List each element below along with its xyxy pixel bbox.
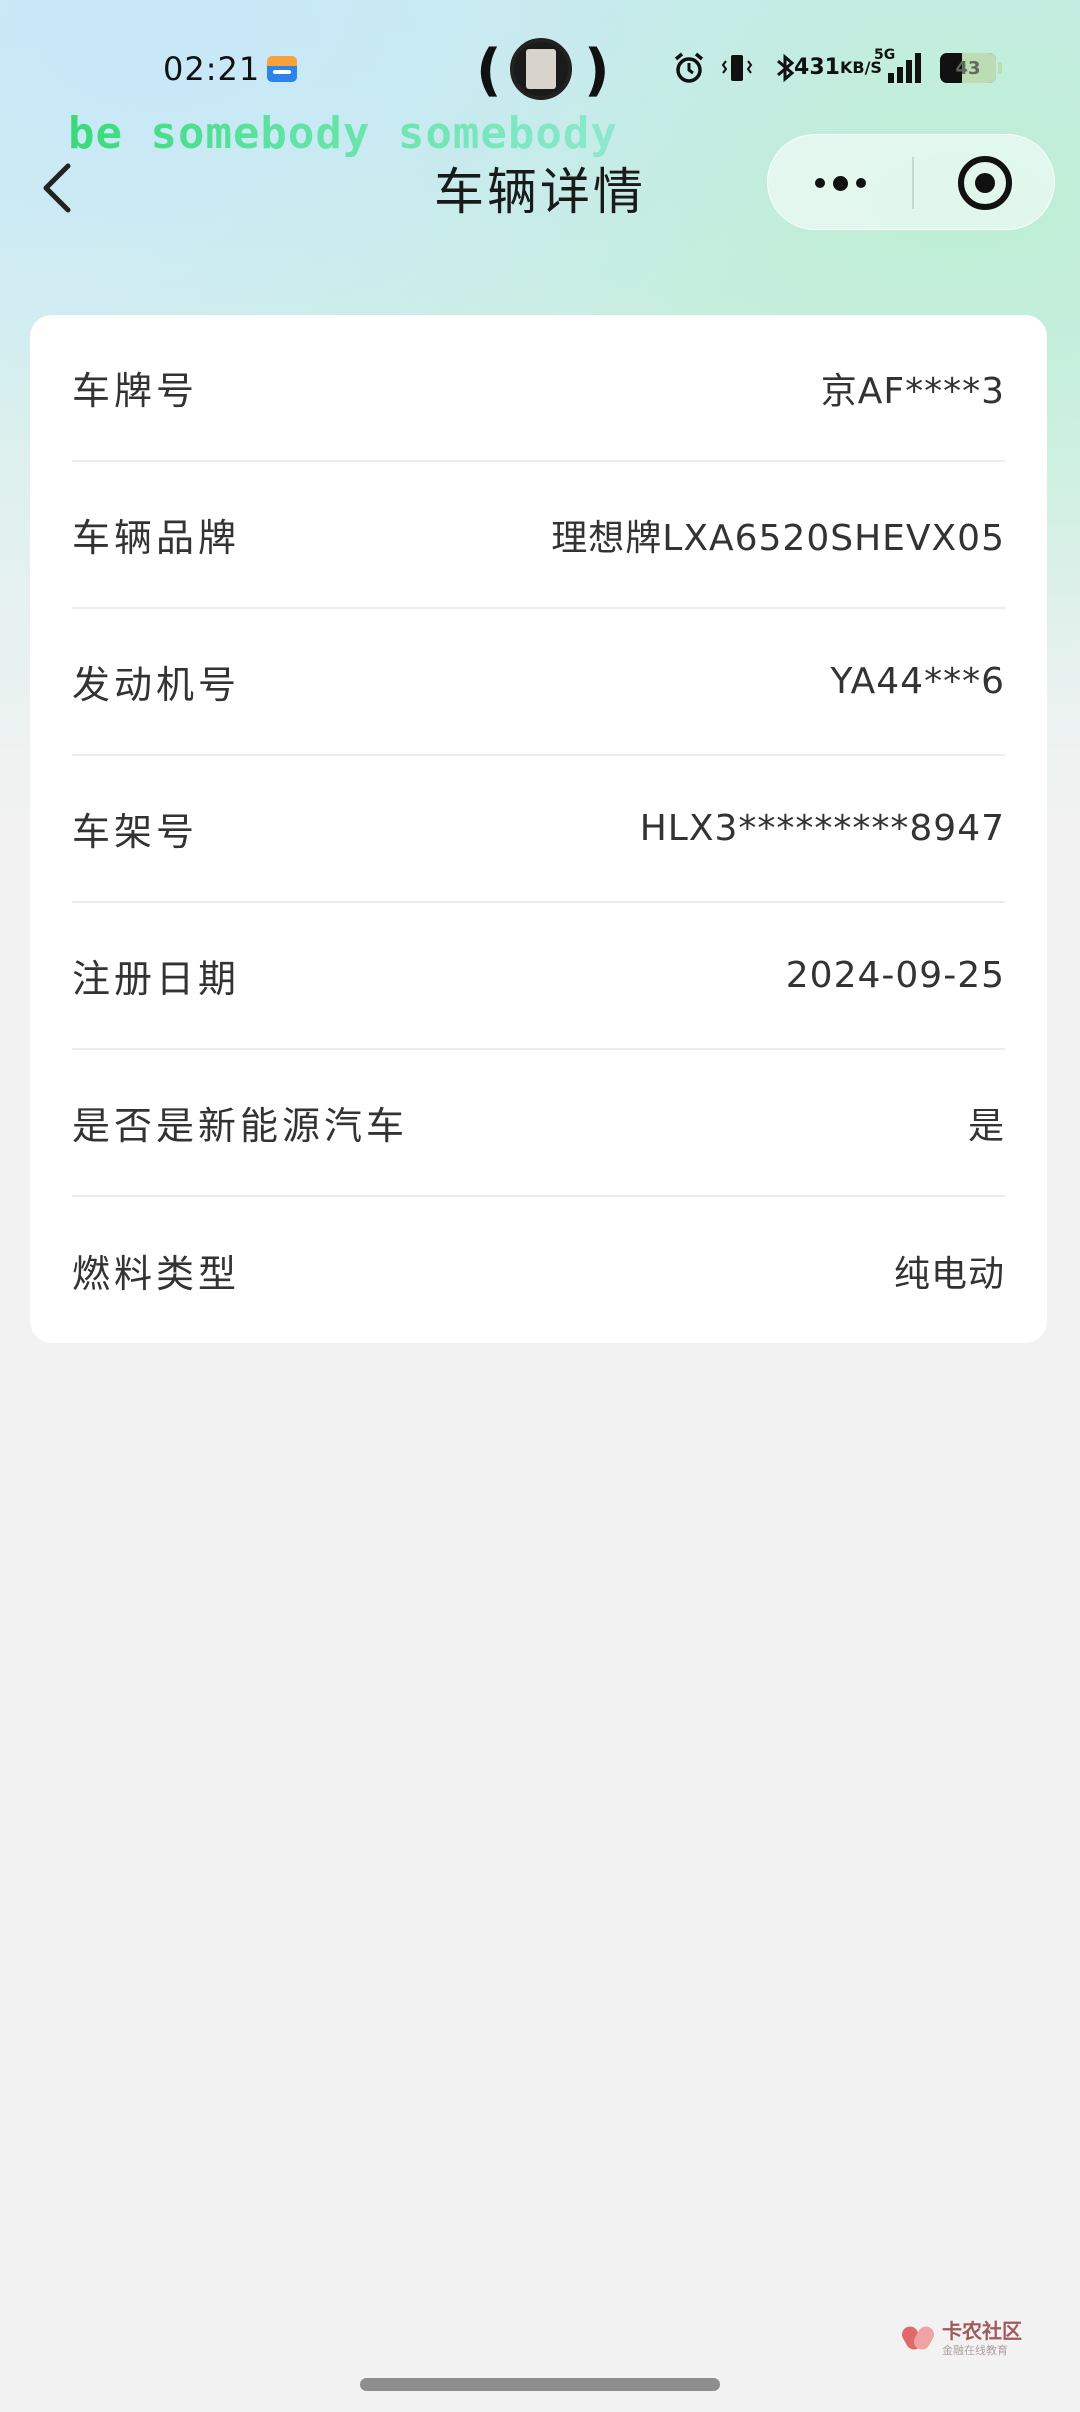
row-label: 车架号 (72, 810, 199, 854)
network-type-label: 5G (874, 47, 896, 63)
detail-row-new-energy: 是否是新能源汽车 是 (72, 1050, 1005, 1197)
row-value: 京AF****3 (820, 370, 1005, 412)
home-indicator[interactable] (360, 2378, 720, 2391)
status-icons: 431 KB/S 5G 43 (672, 47, 1002, 88)
detail-row-plate-number: 车牌号 京AF****3 (72, 315, 1005, 462)
battery-level: 43 (955, 57, 981, 79)
signal-5g-icon: 5G (874, 47, 926, 85)
row-value: 2024-09-25 (785, 955, 1005, 996)
detail-row-brand: 车辆品牌 理想牌LXA6520SHEVX05 (72, 462, 1005, 609)
watermark-main: 卡农社区 (942, 2318, 1022, 2343)
row-label: 车牌号 (72, 369, 199, 413)
more-dot-icon (855, 178, 866, 188)
now-playing-album-icon[interactable] (510, 38, 572, 100)
battery-icon: 43 (940, 53, 1002, 83)
watermark-logo-icon (900, 2320, 936, 2356)
row-label: 车辆品牌 (72, 516, 241, 560)
network-speed-value: 431 (794, 55, 840, 80)
close-mini-program-button[interactable] (914, 135, 1056, 231)
row-value: 理想牌LXA6520SHEVX05 (551, 517, 1005, 559)
more-button[interactable] (768, 135, 912, 231)
alarm-icon (672, 51, 706, 85)
detail-row-engine-number: 发动机号 YA44***6 (72, 609, 1005, 756)
detail-row-registration-date: 注册日期 2024-09-25 (72, 903, 1005, 1050)
vehicle-details-card: 车牌号 京AF****3 车辆品牌 理想牌LXA6520SHEVX05 发动机号… (30, 315, 1047, 1343)
row-label: 是否是新能源汽车 (72, 1104, 409, 1148)
status-time: 02:21 (163, 50, 261, 88)
detail-row-fuel-type: 燃料类型 纯电动 (72, 1197, 1005, 1344)
network-speed: 431 KB/S (794, 51, 882, 85)
watermark-text: 卡农社区 金融在线教育 (942, 2321, 1022, 2356)
watermark: 卡农社区 金融在线教育 (900, 2320, 1022, 2356)
more-dot-icon (832, 175, 848, 191)
detail-row-vin: 车架号 HLX3*********8947 (72, 756, 1005, 903)
watermark-sub: 金融在线教育 (942, 2343, 1008, 2357)
row-label: 注册日期 (72, 957, 241, 1001)
more-dot-icon (814, 178, 825, 188)
target-close-icon (958, 156, 1012, 210)
row-label: 燃料类型 (72, 1252, 241, 1296)
wallet-app-icon (267, 56, 297, 82)
row-value: 是 (967, 1105, 1005, 1147)
dynamic-island-left-bracket: ( (476, 38, 502, 103)
row-label: 发动机号 (72, 663, 241, 707)
dynamic-island-right-bracket: ) (584, 38, 610, 103)
row-value: 纯电动 (893, 1253, 1005, 1295)
row-value: HLX3*********8947 (639, 808, 1005, 849)
mini-program-capsule (767, 134, 1055, 230)
row-value: YA44***6 (830, 661, 1005, 702)
vibrate-icon (720, 51, 754, 85)
